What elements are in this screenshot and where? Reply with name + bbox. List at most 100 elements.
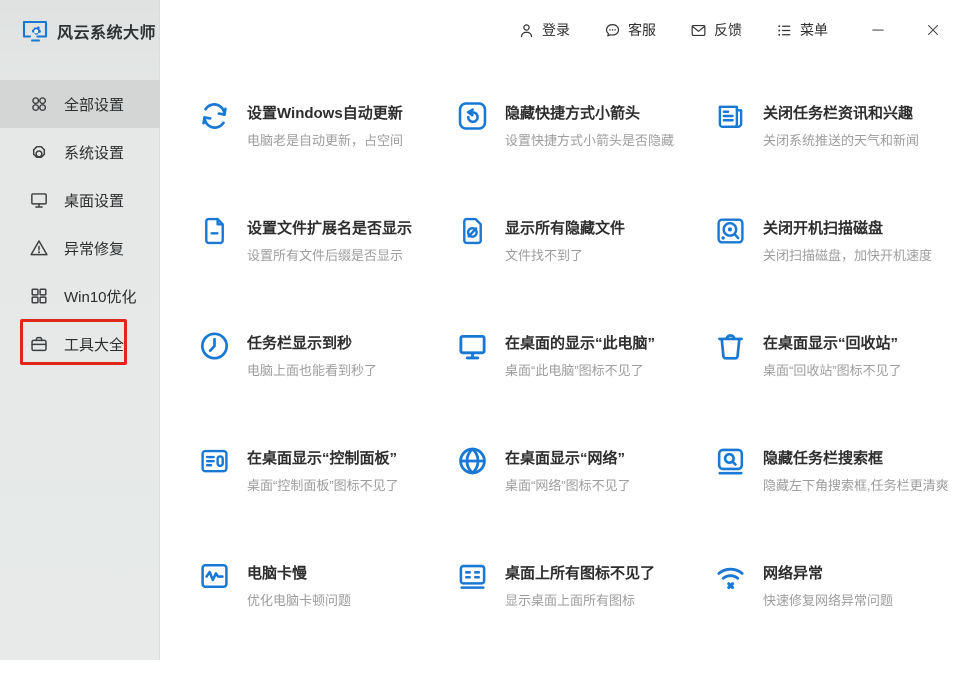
card-title: 隐藏快捷方式小箭头 xyxy=(505,105,641,122)
card-subtitle: 电脑上面也能看到秒了 xyxy=(247,363,378,378)
sidebar-item-label: 系统设置 xyxy=(64,144,125,162)
sidebar-item-win10-optimize[interactable]: Win10优化 xyxy=(0,272,160,320)
disk-scan-icon xyxy=(713,213,748,248)
sidebar-nav: 全部设置 系统设置 桌面设置 异常修复 Win10优化 工具大全 xyxy=(0,80,160,368)
clock-icon xyxy=(197,328,232,363)
desktop-icons-icon xyxy=(455,558,490,593)
card-subtitle: 桌面“控制面板”图标不见了 xyxy=(247,478,399,493)
envelope-icon xyxy=(689,21,708,40)
minimize-button[interactable] xyxy=(867,19,889,41)
settings-card-hide-taskbar-search[interactable]: 隐藏任务栏搜索框 隐藏左下角搜索框,任务栏更清爽 xyxy=(713,443,960,558)
sidebar: 风云系统大师 全部设置 系统设置 桌面设置 异常修复 Win10优化 工具大全 xyxy=(0,0,160,660)
shortcut-arrow-icon xyxy=(455,98,490,133)
sidebar-item-label: 桌面设置 xyxy=(64,192,125,210)
warning-triangle-icon xyxy=(28,237,50,259)
sidebar-item-label: 异常修复 xyxy=(64,240,125,258)
login-button[interactable]: 登录 xyxy=(517,20,570,40)
wifi-error-icon xyxy=(713,558,748,593)
card-title: 在桌面显示“网络” xyxy=(505,450,626,467)
card-title: 电脑卡慢 xyxy=(247,565,308,582)
control-panel-icon xyxy=(197,443,232,478)
sidebar-item-label: 全部设置 xyxy=(64,96,125,114)
card-subtitle: 快速修复网络异常问题 xyxy=(763,593,894,608)
file-dash-icon xyxy=(197,213,232,248)
login-label: 登录 xyxy=(542,22,570,38)
newspaper-icon xyxy=(713,98,748,133)
toolbox-icon xyxy=(28,333,50,355)
feedback-button[interactable]: 反馈 xyxy=(689,20,742,40)
card-subtitle: 设置快捷方式小箭头是否隐藏 xyxy=(505,133,675,148)
menu-label: 菜单 xyxy=(800,22,828,38)
settings-card-network-error[interactable]: 网络异常 快速修复网络异常问题 xyxy=(713,558,960,673)
chat-bubble-icon xyxy=(603,21,622,40)
card-subtitle: 优化电脑卡顿问题 xyxy=(247,593,352,608)
settings-card-show-recycle-bin[interactable]: 在桌面显示“回收站” 桌面“回收站”图标不见了 xyxy=(713,328,960,443)
card-title: 隐藏任务栏搜索框 xyxy=(763,450,884,467)
card-subtitle: 文件找不到了 xyxy=(505,248,584,263)
titlebar-actions: 登录 客服 反馈 菜单 xyxy=(517,14,944,46)
card-subtitle: 设置所有文件后缀是否显示 xyxy=(247,248,404,263)
card-title: 关闭任务栏资讯和兴趣 xyxy=(763,105,914,122)
sidebar-item-tools-collection[interactable]: 工具大全 xyxy=(0,320,160,368)
feedback-label: 反馈 xyxy=(714,22,742,38)
settings-card-show-hidden-files[interactable]: 显示所有隐藏文件 文件找不到了 xyxy=(455,213,713,328)
search-box-icon xyxy=(713,443,748,478)
win-squares-icon xyxy=(28,285,50,307)
card-subtitle: 显示桌面上面所有图标 xyxy=(505,593,636,608)
settings-card-show-network[interactable]: 在桌面显示“网络” 桌面“网络”图标不见了 xyxy=(455,443,713,558)
settings-card-taskbar-show-seconds[interactable]: 任务栏显示到秒 电脑上面也能看到秒了 xyxy=(197,328,455,443)
customer-service-label: 客服 xyxy=(628,22,656,38)
sync-arrows-icon xyxy=(197,98,232,133)
sidebar-item-label: 工具大全 xyxy=(64,336,125,354)
close-icon xyxy=(924,21,942,39)
settings-card-show-this-pc[interactable]: 在桌面的显示“此电脑” 桌面“此电脑”图标不见了 xyxy=(455,328,713,443)
gear-icon xyxy=(28,141,50,163)
settings-card-desktop-icons-missing[interactable]: 桌面上所有图标不见了 显示桌面上面所有图标 xyxy=(455,558,713,673)
card-subtitle: 桌面“此电脑”图标不见了 xyxy=(505,363,644,378)
card-subtitle: 关闭系统推送的天气和新闻 xyxy=(763,133,920,148)
settings-card-show-control-panel[interactable]: 在桌面显示“控制面板” 桌面“控制面板”图标不见了 xyxy=(197,443,455,558)
card-title: 网络异常 xyxy=(763,565,824,582)
menu-button[interactable]: 菜单 xyxy=(775,20,828,40)
customer-service-button[interactable]: 客服 xyxy=(603,20,656,40)
card-subtitle: 隐藏左下角搜索框,任务栏更清爽 xyxy=(763,478,949,493)
hidden-file-icon xyxy=(455,213,490,248)
minimize-icon xyxy=(869,21,887,39)
sidebar-item-error-repair[interactable]: 异常修复 xyxy=(0,224,160,272)
settings-card-windows-auto-update[interactable]: 设置Windows自动更新 电脑老是自动更新，占空间 xyxy=(197,98,455,213)
card-title: 在桌面显示“控制面板” xyxy=(247,450,398,467)
card-title: 设置Windows自动更新 xyxy=(247,105,403,122)
settings-card-pc-slow[interactable]: 电脑卡慢 优化电脑卡顿问题 xyxy=(197,558,455,673)
app-logo: 风云系统大师 xyxy=(20,16,156,46)
card-subtitle: 电脑老是自动更新，占空间 xyxy=(247,133,404,148)
monitor-icon xyxy=(28,189,50,211)
card-title: 关闭开机扫描磁盘 xyxy=(763,220,884,237)
card-subtitle: 桌面“网络”图标不见了 xyxy=(505,478,631,493)
sidebar-item-label: Win10优化 xyxy=(64,288,137,306)
card-subtitle: 关闭扫描磁盘，加快开机速度 xyxy=(763,248,933,263)
sidebar-item-all-settings[interactable]: 全部设置 xyxy=(0,80,160,128)
settings-card-file-extension-display[interactable]: 设置文件扩展名是否显示 设置所有文件后缀是否显示 xyxy=(197,213,455,328)
person-icon xyxy=(517,21,536,40)
settings-grid: 设置Windows自动更新 电脑老是自动更新，占空间 隐藏快捷方式小箭头 设置快… xyxy=(197,98,960,673)
card-title: 显示所有隐藏文件 xyxy=(505,220,626,237)
settings-card-disable-boot-disk-scan[interactable]: 关闭开机扫描磁盘 关闭扫描磁盘，加快开机速度 xyxy=(713,213,960,328)
apps-grid-icon xyxy=(28,93,50,115)
trash-icon xyxy=(713,328,748,363)
close-button[interactable] xyxy=(922,19,944,41)
app-title: 风云系统大师 xyxy=(57,25,157,42)
settings-card-close-taskbar-news[interactable]: 关闭任务栏资讯和兴趣 关闭系统推送的天气和新闻 xyxy=(713,98,960,213)
card-title: 任务栏显示到秒 xyxy=(247,335,353,352)
card-subtitle: 桌面“回收站”图标不见了 xyxy=(763,363,902,378)
card-title: 在桌面的显示“此电脑” xyxy=(505,335,656,352)
card-title: 设置文件扩展名是否显示 xyxy=(247,220,413,237)
computer-monitor-icon xyxy=(455,328,490,363)
globe-icon xyxy=(455,443,490,478)
sidebar-item-desktop-settings[interactable]: 桌面设置 xyxy=(0,176,160,224)
card-title: 桌面上所有图标不见了 xyxy=(505,565,656,582)
pulse-monitor-icon xyxy=(197,558,232,593)
sidebar-item-system-settings[interactable]: 系统设置 xyxy=(0,128,160,176)
list-menu-icon xyxy=(775,21,794,40)
settings-card-hide-shortcut-arrow[interactable]: 隐藏快捷方式小箭头 设置快捷方式小箭头是否隐藏 xyxy=(455,98,713,213)
monitor-gear-logo-icon xyxy=(20,16,50,46)
